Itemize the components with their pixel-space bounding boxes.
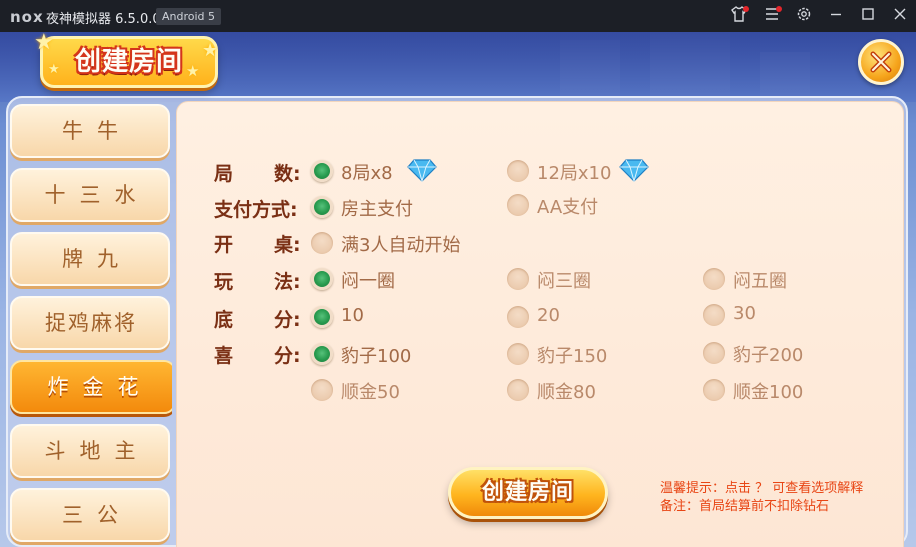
- tab-label: 捉鸡麻将: [45, 311, 137, 335]
- tab-label: 斗地主: [44, 439, 150, 463]
- nox-logo: nox: [10, 8, 44, 26]
- option-label: 满3人自动开始: [341, 235, 461, 256]
- star-icon: ★: [48, 62, 60, 77]
- create-room-button[interactable]: 创建房间: [448, 467, 608, 519]
- close-button[interactable]: [858, 39, 904, 85]
- radio-selected: [311, 306, 333, 328]
- tab-zhuoji-majiang[interactable]: 捉鸡麻将: [10, 296, 170, 350]
- radio-unselected: [703, 342, 725, 364]
- notification-dot: [743, 6, 749, 12]
- tab-zhajinhua[interactable]: 炸金花: [10, 360, 172, 414]
- option-label: 豹子150: [537, 346, 608, 367]
- star-icon: ★: [34, 32, 54, 55]
- tab-doudizhu[interactable]: 斗地主: [10, 424, 170, 478]
- radio-selected: [311, 160, 333, 182]
- radio-unselected: [703, 379, 725, 401]
- star-icon: ★: [186, 62, 200, 80]
- game-type-tabs: 牛牛 十三水 牌九 捉鸡麻将 炸金花 斗地主 三公: [10, 102, 172, 547]
- option-label: 闷五圈: [733, 271, 787, 292]
- radio-unselected: [507, 268, 529, 290]
- option-label: 10: [341, 305, 364, 326]
- radio-selected: [311, 268, 333, 290]
- note-text: 备注：首局结算前不扣除钻石: [660, 499, 830, 514]
- option-label: 顺金80: [537, 382, 596, 403]
- radio-unselected: [507, 306, 529, 328]
- radio-unselected: [507, 194, 529, 216]
- star-icon: ★: [202, 40, 219, 61]
- tab-label: 炸金花: [47, 375, 153, 399]
- tab-label: 牌九: [62, 247, 132, 271]
- menu-icon[interactable]: [761, 5, 783, 27]
- close-x-icon: [870, 51, 892, 73]
- option-label: AA支付: [537, 197, 599, 218]
- option-label: 豹子200: [733, 345, 804, 366]
- radio-unselected: [311, 379, 333, 401]
- option-label: 30: [733, 303, 756, 324]
- row-label-payment: 支付方式:: [214, 199, 298, 221]
- app-title: 夜神模拟器 6.5.0.0: [46, 12, 161, 27]
- tab-label: 三公: [62, 503, 132, 527]
- game-screen: 创建房间 ★ ★ ★ ★ 牛牛 十三水 牌九 捉鸡麻将 炸金花 斗地主 三公 局…: [0, 32, 916, 547]
- shirt-icon[interactable]: [728, 5, 750, 27]
- option-label: 8局x8: [341, 163, 393, 184]
- maximize-icon[interactable]: [857, 5, 879, 27]
- tab-sangong[interactable]: 三公: [10, 488, 170, 542]
- radio-selected: [311, 343, 333, 365]
- radio-unselected: [311, 232, 333, 254]
- close-icon[interactable]: [889, 5, 911, 27]
- radio-unselected: [507, 160, 529, 182]
- tab-label: 牛牛: [62, 119, 132, 143]
- create-room-label: 创建房间: [481, 480, 574, 505]
- option-label: 顺金50: [341, 382, 400, 403]
- radio-unselected: [507, 343, 529, 365]
- option-label: 房主支付: [341, 199, 413, 220]
- tab-paijiu[interactable]: 牌九: [10, 232, 170, 286]
- hint-text: 温馨提示：点击 ？ 可查看选项解释: [660, 481, 864, 496]
- settings-icon[interactable]: [793, 5, 815, 27]
- option-label: 闷一圈: [341, 271, 395, 292]
- minimize-icon[interactable]: [825, 5, 847, 27]
- android-version-badge: Android 5: [156, 8, 222, 25]
- tab-label: 十三水: [44, 183, 150, 207]
- option-label: 12局x10: [537, 163, 612, 184]
- option-label: 闷三圈: [537, 271, 591, 292]
- radio-unselected: [507, 379, 529, 401]
- radio-unselected: [703, 304, 725, 326]
- tab-shisanshui[interactable]: 十三水: [10, 168, 170, 222]
- diamond-icon: [619, 159, 649, 182]
- emulator-titlebar: nox 夜神模拟器 6.5.0.0 Android 5: [0, 0, 916, 32]
- tab-niuniu[interactable]: 牛牛: [10, 104, 170, 158]
- option-label: 豹子100: [341, 346, 412, 367]
- notification-dot: [776, 6, 782, 12]
- radio-selected: [311, 196, 333, 218]
- option-label: 顺金100: [733, 382, 804, 403]
- diamond-icon: [407, 159, 437, 182]
- radio-unselected: [703, 268, 725, 290]
- option-label: 20: [537, 305, 560, 326]
